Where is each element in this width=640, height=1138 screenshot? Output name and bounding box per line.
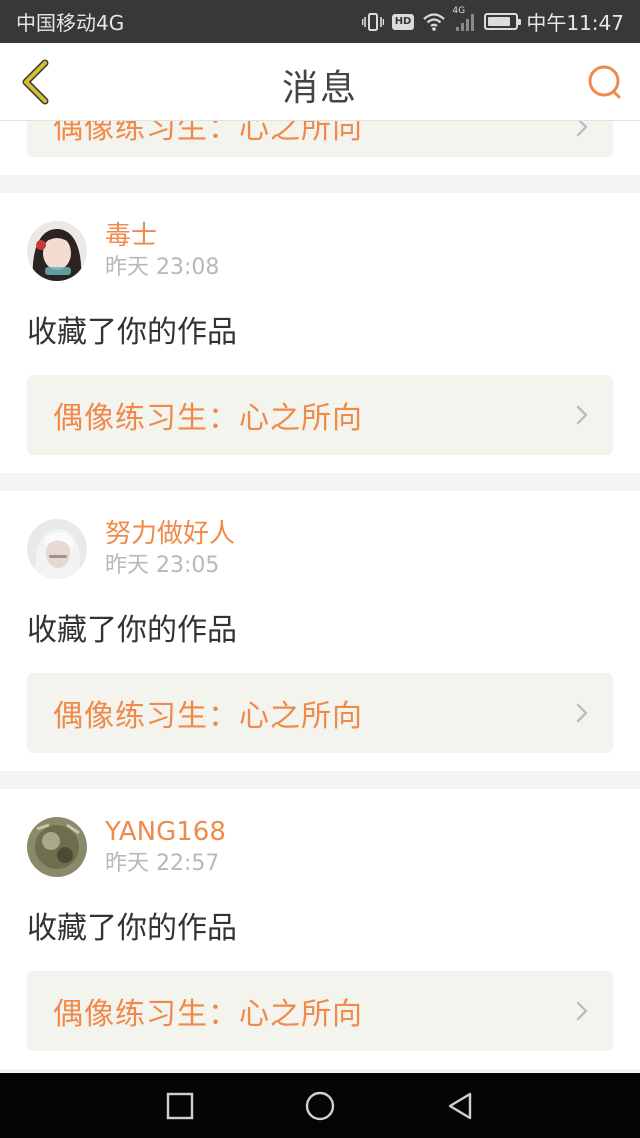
status-bar: 中国移动4G HD 4G 中午11:47: [0, 0, 640, 43]
square-icon: [166, 1092, 194, 1119]
chevron-right-icon: [576, 703, 588, 723]
timestamp: 昨天 23:08: [105, 255, 220, 280]
battery-level: [488, 17, 511, 26]
work-title: 偶像练习生：心之所向: [53, 401, 363, 436]
search-button[interactable]: [586, 63, 624, 101]
hd-badge: HD: [391, 13, 415, 30]
status-icons: HD 4G 中午11:47: [361, 6, 624, 36]
triangle-back-icon: [448, 1092, 472, 1119]
system-nav-bar: [0, 1073, 640, 1138]
work-title: 偶像练习生：心之所向: [53, 997, 363, 1032]
nav-header: 消息: [0, 43, 640, 121]
username[interactable]: 毒士: [105, 220, 219, 252]
action-text: 收藏了你的作品: [27, 315, 237, 350]
messages-screen: 中国移动4G HD 4G 中午11:47 消息 偶像练习生：心之所向 毒士 昨天…: [0, 0, 640, 1138]
message-item: YANG168 昨天 22:57 收藏了你的作品 偶像练习生：心之所向: [0, 789, 640, 1069]
network-type-label: 4G: [452, 5, 466, 16]
wifi-icon: [422, 12, 446, 31]
work-link[interactable]: 偶像练习生：心之所向: [27, 111, 613, 157]
timestamp: 昨天 23:05: [105, 553, 220, 578]
clock-label: 中午11:47: [526, 11, 624, 35]
recent-apps-button[interactable]: [160, 1086, 200, 1126]
system-back-button[interactable]: [440, 1086, 480, 1126]
message-header: 努力做好人 昨天 23:05: [27, 517, 613, 581]
search-icon: [588, 65, 621, 99]
message-item: 努力做好人 昨天 23:05 收藏了你的作品 偶像练习生：心之所向: [0, 491, 640, 771]
carrier-label: 中国移动4G: [16, 11, 125, 35]
chevron-right-icon: [576, 405, 588, 425]
signal-icon: 4G: [452, 6, 476, 32]
work-link[interactable]: 偶像练习生：心之所向: [27, 673, 613, 753]
message-list: 偶像练习生：心之所向 毒士 昨天 23:08 收藏了你的作品 偶像练习生：心之所…: [0, 111, 640, 1069]
page-title: 消息: [281, 68, 358, 109]
message-meta: 毒士 昨天 23:08: [105, 220, 219, 282]
work-link[interactable]: 偶像练习生：心之所向: [27, 971, 613, 1051]
battery-icon: [484, 13, 522, 30]
circle-icon: [305, 1091, 335, 1120]
message-header: 毒士 昨天 23:08: [27, 219, 613, 283]
avatar[interactable]: [27, 221, 87, 281]
action-text: 收藏了你的作品: [27, 613, 237, 648]
message-item: 毒士 昨天 23:08 收藏了你的作品 偶像练习生：心之所向: [0, 193, 640, 473]
avatar[interactable]: [27, 817, 87, 877]
username[interactable]: 努力做好人: [105, 518, 235, 550]
work-title: 偶像练习生：心之所向: [53, 699, 363, 734]
home-button[interactable]: [300, 1086, 340, 1126]
action-text: 收藏了你的作品: [27, 911, 237, 946]
message-meta: 努力做好人 昨天 23:05: [105, 518, 235, 580]
message-item-partial: 偶像练习生：心之所向: [0, 111, 640, 175]
chevron-right-icon: [576, 1001, 588, 1021]
message-meta: YANG168 昨天 22:57: [105, 816, 226, 878]
message-header: YANG168 昨天 22:57: [27, 815, 613, 879]
vibrate-icon: [361, 12, 384, 32]
work-link[interactable]: 偶像练习生：心之所向: [27, 375, 613, 455]
username[interactable]: YANG168: [105, 816, 226, 848]
avatar[interactable]: [27, 519, 87, 579]
timestamp: 昨天 22:57: [105, 851, 220, 876]
